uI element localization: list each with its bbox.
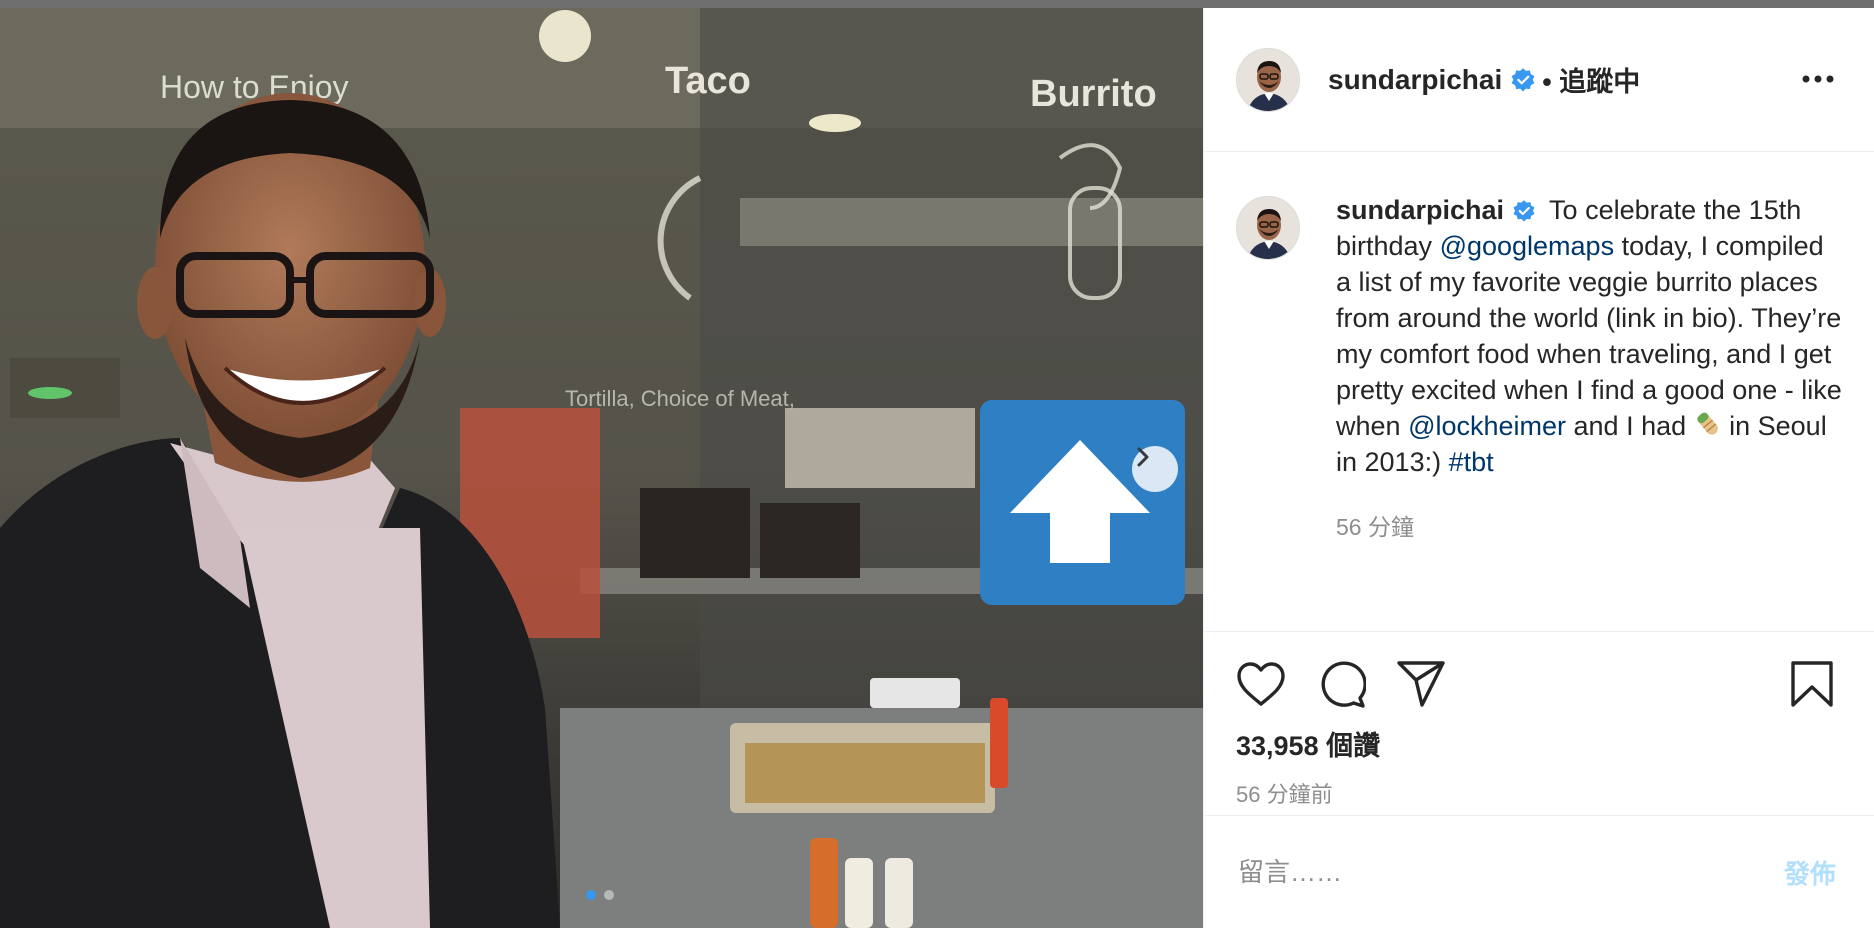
carousel-indicator [586, 890, 614, 900]
hashtag-link-tbt[interactable]: #tbt [1449, 447, 1494, 477]
post-media[interactable]: How to Enjoy Taco Burrito Tortilla, Choi… [0, 8, 1203, 928]
post-actions: 33,958 個讚 56 分鐘前 [1204, 632, 1874, 816]
sign-taco: Taco [665, 60, 751, 102]
avatar-image [1237, 197, 1299, 259]
post-timestamp[interactable]: 56 分鐘前 [1236, 777, 1834, 809]
paper-plane-icon [1397, 661, 1445, 707]
comment-button[interactable] [1316, 659, 1366, 709]
post-header: sundarpichai • 追蹤中 [1204, 8, 1874, 152]
sign-burrito: Burrito [1030, 73, 1157, 115]
post-comment-button[interactable]: 發佈 [1778, 853, 1842, 892]
author-username[interactable]: sundarpichai [1328, 64, 1502, 96]
verified-badge-icon [1513, 200, 1535, 222]
avatar-image [1237, 48, 1299, 111]
caption-body: sundarpichai To celebrate the 15th birth… [1336, 192, 1842, 542]
save-button[interactable] [1790, 660, 1834, 708]
comments-section: sundarpichai To celebrate the 15th birth… [1204, 152, 1874, 632]
carousel-next-button[interactable] [1132, 446, 1178, 492]
mention-link-lockheimer[interactable]: @lockheimer [1408, 411, 1566, 441]
following-status[interactable]: • 追蹤中 [1542, 60, 1640, 99]
caption-username[interactable]: sundarpichai [1336, 195, 1504, 225]
caption-part: and I had [1566, 411, 1694, 441]
verified-badge-icon [1511, 67, 1535, 91]
caption-row: sundarpichai To celebrate the 15th birth… [1236, 192, 1842, 542]
action-icon-row [1236, 656, 1834, 712]
sign-tortilla: Tortilla, Choice of Meat, [565, 386, 795, 411]
author-avatar[interactable] [1236, 47, 1300, 112]
more-options-icon [1802, 75, 1834, 82]
post-side-panel: sundarpichai • 追蹤中 sundarpichai To celeb… [1203, 8, 1874, 928]
post-modal: How to Enjoy Taco Burrito Tortilla, Choi… [0, 8, 1874, 928]
carousel-dot-active [586, 890, 596, 900]
chevron-right-icon [1137, 447, 1149, 467]
caption-timestamp[interactable]: 56 分鐘 [1336, 508, 1842, 542]
like-button[interactable] [1236, 661, 1286, 707]
add-comment-form: 發佈 [1204, 816, 1874, 928]
heart-icon [1237, 662, 1285, 706]
comment-icon [1321, 661, 1366, 708]
more-options-button[interactable] [1794, 63, 1842, 97]
burrito-emoji-icon [1696, 412, 1718, 435]
post-photo: How to Enjoy Taco Burrito Tortilla, Choi… [0, 8, 1203, 928]
share-button[interactable] [1396, 660, 1446, 708]
comment-input[interactable] [1236, 855, 1778, 889]
caption-text: sundarpichai To celebrate the 15th birth… [1336, 192, 1842, 480]
mention-link-googlemaps[interactable]: @googlemaps [1440, 231, 1615, 261]
carousel-dot [604, 890, 614, 900]
caption-author-avatar[interactable] [1236, 196, 1300, 260]
caption-part: today, I compiled a list of my favorite … [1336, 231, 1842, 441]
bookmark-icon [1791, 661, 1833, 707]
like-count[interactable]: 33,958 個讚 [1236, 724, 1834, 763]
